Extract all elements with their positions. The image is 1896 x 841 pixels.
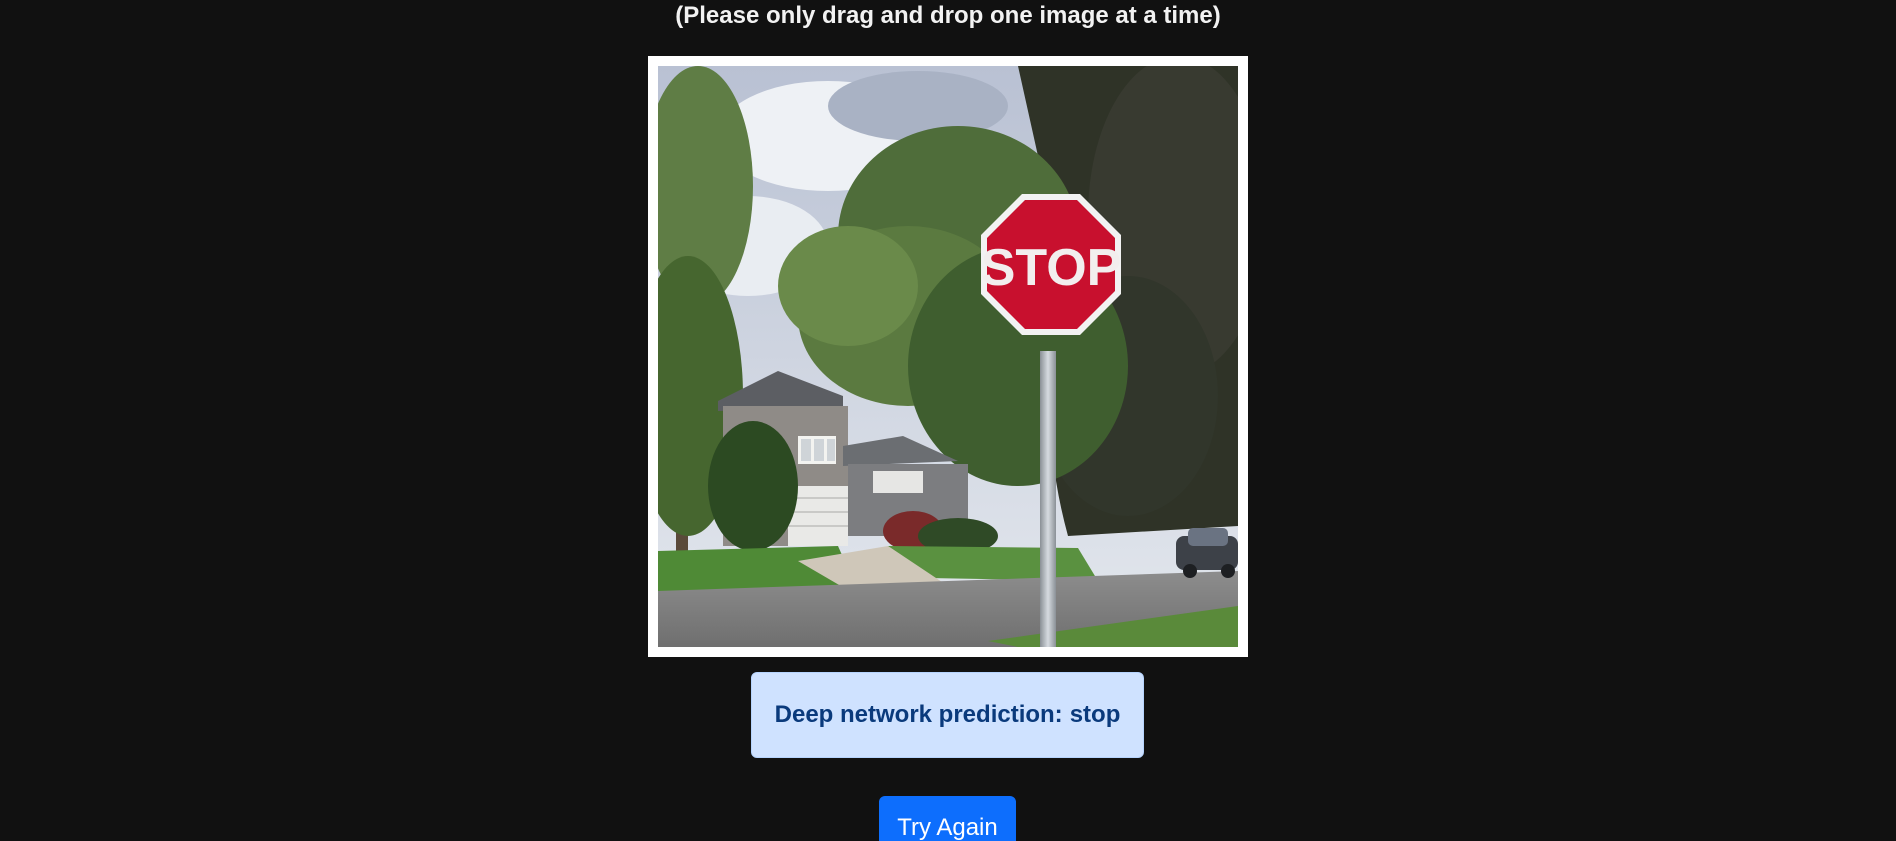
prediction-value: stop [1069,701,1121,728]
stop-sign-text: STOP [981,239,1122,297]
prediction-label: Deep network prediction: [774,701,1063,728]
uploaded-image: STOP [658,66,1238,647]
try-again-button[interactable]: Try Again [879,796,1016,841]
prediction-alert: Deep network prediction: stop [751,672,1144,758]
image-dropzone[interactable]: STOP [648,56,1248,657]
stop-sign: STOP [981,194,1122,335]
upload-instruction: (Please only drag and drop one image at … [675,2,1221,29]
stop-sign-photo: STOP [658,66,1238,647]
app-page: (Please only drag and drop one image at … [0,0,1896,841]
